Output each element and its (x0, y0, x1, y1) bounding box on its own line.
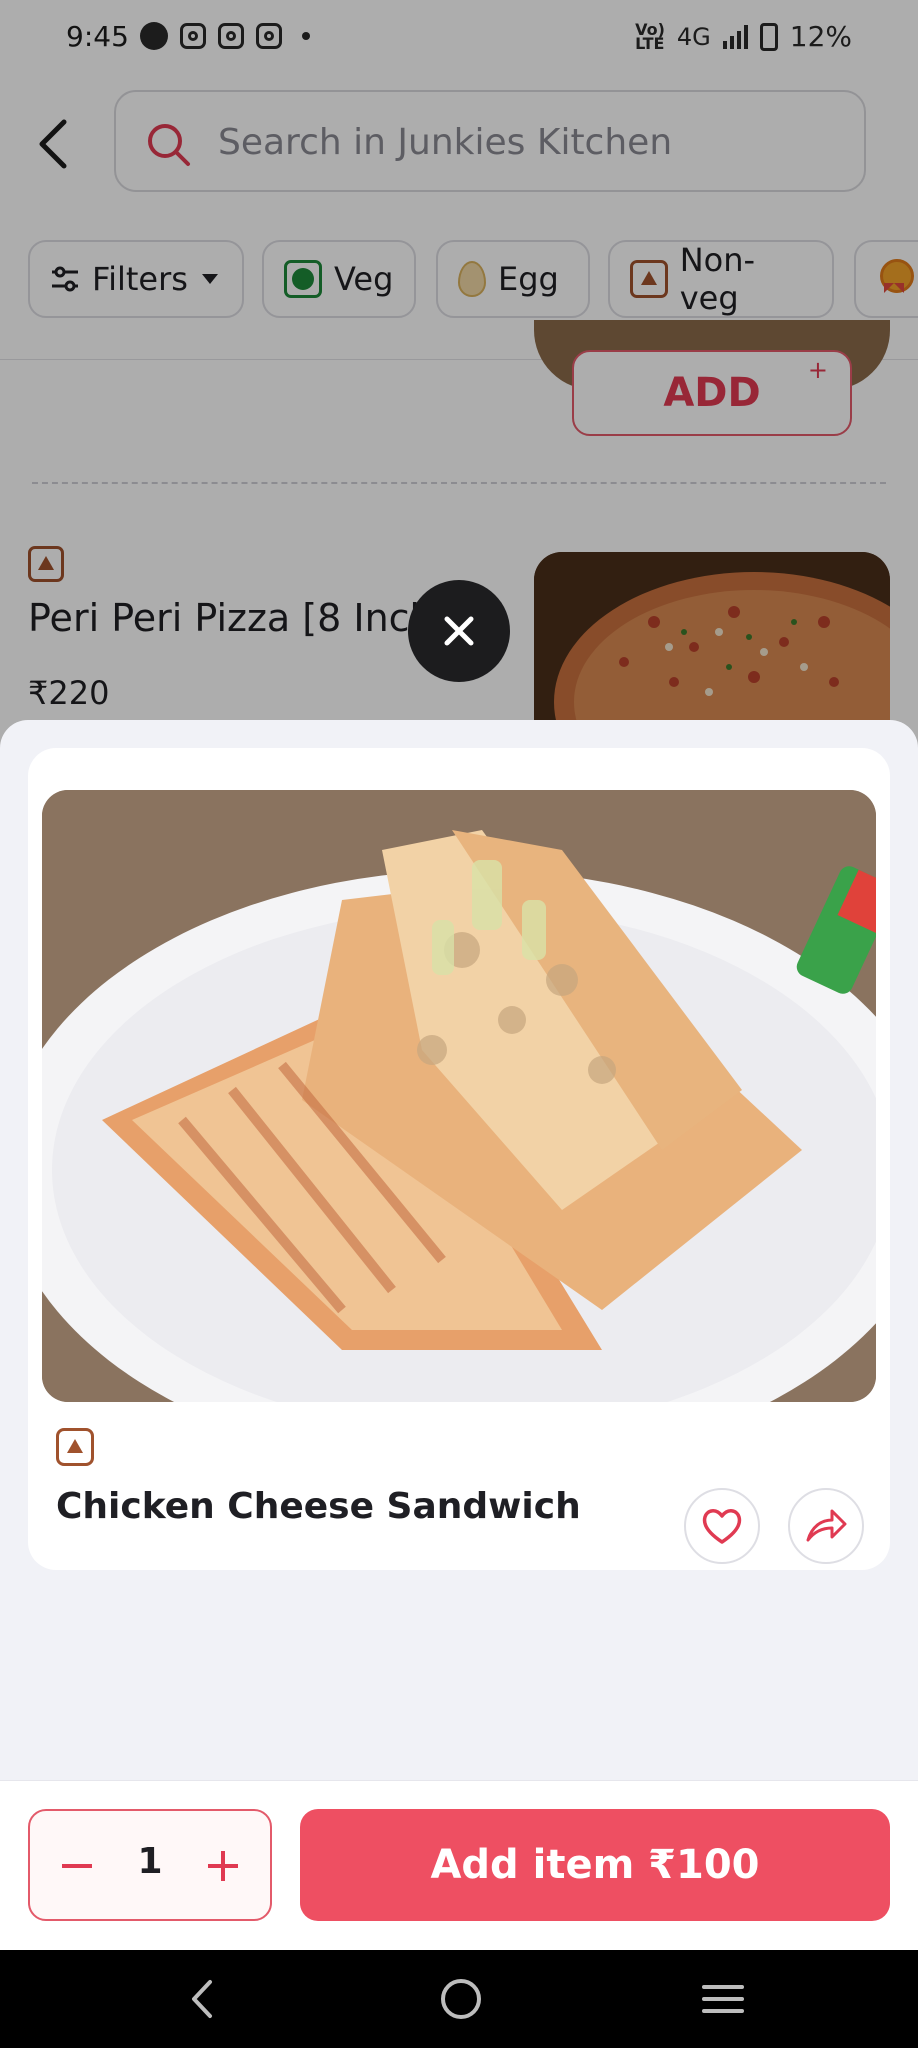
item-detail-sheet: Chicken Cheese Sandwich (0, 720, 918, 1950)
quantity-stepper: 1 (28, 1809, 272, 1921)
close-icon (444, 616, 474, 646)
increase-button[interactable] (200, 1843, 246, 1889)
item-image (42, 790, 876, 1402)
item-card: Chicken Cheese Sandwich (28, 748, 890, 1570)
add-item-button[interactable]: Add item ₹100 (300, 1809, 890, 1921)
sandwich-illustration (42, 790, 876, 1402)
heart-icon (702, 1509, 742, 1544)
close-button[interactable] (408, 580, 510, 682)
bottom-action-bar: 1 Add item ₹100 (0, 1780, 918, 1950)
nonveg-icon (56, 1428, 94, 1466)
nav-back-icon[interactable] (176, 1972, 230, 2026)
item-title: Chicken Cheese Sandwich (56, 1486, 581, 1527)
nav-recents-icon[interactable] (696, 1972, 750, 2026)
plus-icon (208, 1851, 238, 1881)
app-screen: 9:45 Vo) LTE 4G 12% Search in Junkies Ki… (0, 0, 918, 2048)
favorite-button[interactable] (684, 1488, 760, 1564)
nav-home-icon[interactable] (434, 1972, 488, 2026)
share-button[interactable] (788, 1488, 864, 1564)
share-icon (806, 1509, 847, 1542)
system-nav-bar (0, 1950, 918, 2048)
